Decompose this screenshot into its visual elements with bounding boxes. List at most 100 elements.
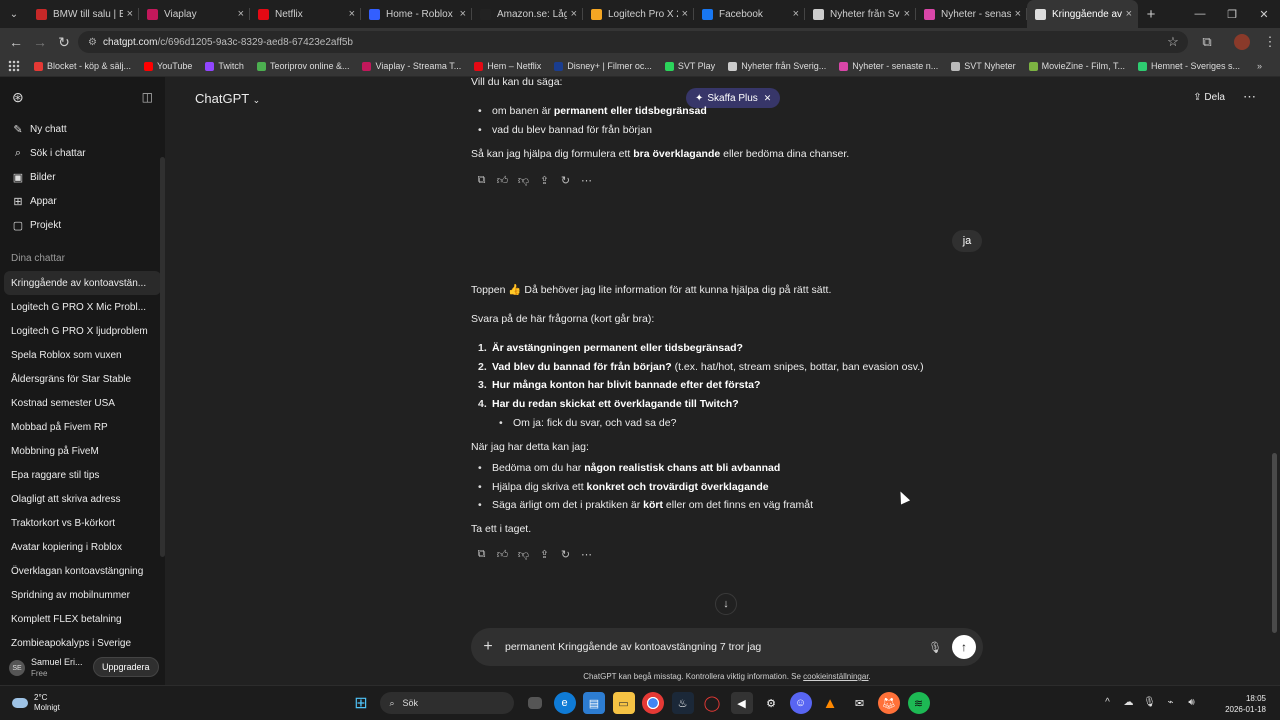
bookmark-item[interactable]: Twitch [205, 61, 244, 71]
close-icon[interactable]: ✕ [764, 93, 772, 104]
more-icon[interactable]: ⋯ [576, 548, 597, 561]
model-selector[interactable]: ChatGPT ⌄ [195, 91, 260, 106]
mail-icon[interactable]: ✉ [849, 692, 871, 714]
chatgpt-logo-icon[interactable]: ⊛ [12, 89, 24, 106]
regenerate-icon[interactable]: ↻ [555, 174, 576, 187]
steam-icon[interactable]: ♨ [671, 692, 694, 714]
add-attachment-icon[interactable]: + [471, 638, 505, 656]
chat-history-item[interactable]: Kringgående av kontoavstän... [4, 271, 161, 295]
maximize-icon[interactable]: ❐ [1216, 0, 1248, 28]
volume-icon[interactable]: 🔊︎ [1181, 697, 1202, 708]
browser-tab[interactable]: Logitech Pro X 2 L × [583, 0, 694, 28]
spotify-icon[interactable]: ≋ [907, 692, 930, 714]
chat-history-item[interactable]: Logitech G PRO X ljudproblem [0, 319, 165, 343]
edge-icon[interactable]: e [553, 692, 576, 714]
vlc-icon[interactable]: ▲ [819, 692, 841, 714]
user-footer[interactable]: SE Samuel Eri... Free Uppgradera [0, 651, 165, 685]
chat-history-item[interactable]: Traktorkort vs B-körkort [0, 511, 165, 535]
toggle-sidebar-icon[interactable]: ◫ [142, 90, 153, 104]
url-field[interactable]: ⚙ chatgpt.com/c/696d1205-9a3c-8329-aed8-… [78, 31, 1188, 53]
firefox-icon[interactable]: 🦊︎ [878, 692, 900, 714]
forward-icon[interactable]: → [28, 34, 52, 50]
close-tab-icon[interactable]: × [793, 8, 799, 20]
discord-icon[interactable]: ☺ [789, 692, 812, 714]
share-icon[interactable]: ⇪ [534, 548, 555, 561]
sidebar-item-folder[interactable]: ▢ Projekt [0, 213, 165, 237]
prompt-input[interactable]: permanent Kringgående av kontoavstängnin… [505, 641, 922, 653]
weather-widget[interactable]: 2°C Molnigt [12, 693, 60, 713]
thumbs-down-icon[interactable]: 👎︎ [513, 174, 534, 187]
chat-history-item[interactable]: Åldersgräns för Star Stable [0, 367, 165, 391]
file-explorer-icon[interactable]: ▭ [612, 692, 635, 714]
chat-history-item[interactable]: Mobbning på FiveM [0, 439, 165, 463]
close-tab-icon[interactable]: × [1126, 8, 1132, 20]
extensions-icon[interactable]: ⧉ [1190, 34, 1224, 50]
opera-icon[interactable]: ◯ [701, 692, 723, 714]
chat-history-item[interactable]: Avatar kopiering i Roblox [0, 535, 165, 559]
upgrade-button[interactable]: Uppgradera [93, 657, 159, 677]
tab-search-icon[interactable]: ⌄ [0, 0, 28, 28]
bookmark-item[interactable]: Hemnet - Sveriges s... [1138, 61, 1240, 71]
clock[interactable]: 18:05 2026-01-18 [1225, 693, 1266, 715]
taskbar-search[interactable]: ⌕ Sök [379, 692, 514, 714]
microphone-icon[interactable]: 🎙︎ [922, 641, 948, 654]
thumbs-up-icon[interactable]: 👍︎ [492, 548, 513, 561]
reload-icon[interactable]: ↻ [52, 34, 76, 51]
bookmark-item[interactable]: Viaplay - Streama T... [362, 61, 461, 71]
settings-icon[interactable]: ⚙ [760, 692, 782, 714]
browser-tab[interactable]: Netflix × [250, 0, 361, 28]
more-icon[interactable]: ⋯ [576, 174, 597, 187]
profile-avatar[interactable] [1234, 34, 1250, 50]
tray-overflow-icon[interactable]: ^ [1097, 697, 1118, 708]
copy-icon[interactable]: ⧉ [471, 174, 492, 187]
browser-menu-icon[interactable]: ⋮ [1260, 34, 1280, 50]
send-button[interactable]: ↑ [952, 635, 976, 659]
sidebar-item-edit[interactable]: ✎ Ny chatt [0, 117, 165, 141]
network-icon[interactable]: ⌁ [1160, 697, 1181, 708]
more-options-icon[interactable]: ⋯ [1243, 89, 1256, 105]
thumbs-down-icon[interactable]: 👎︎ [513, 548, 534, 561]
bookmark-item[interactable]: SVT Play [664, 61, 715, 71]
close-tab-icon[interactable]: × [238, 8, 244, 20]
close-tab-icon[interactable]: × [682, 8, 688, 20]
bookmark-item[interactable]: Nyheter från Sverig... [728, 61, 826, 71]
composer[interactable]: + permanent Kringgående av kontoavstängn… [471, 628, 983, 666]
bookmark-item[interactable]: Teoriprov online &... [256, 61, 349, 71]
notepad-icon[interactable]: ▤ [583, 692, 605, 714]
mic-tray-icon[interactable]: 🎙︎ [1139, 697, 1160, 708]
browser-tab[interactable]: Amazon.se: Låga × [472, 0, 583, 28]
chrome-icon[interactable] [642, 692, 664, 714]
close-tab-icon[interactable]: × [349, 8, 355, 20]
scroll-down-button[interactable]: ↓ [715, 593, 737, 615]
chat-history-item[interactable]: Olagligt att skriva adress [0, 487, 165, 511]
chat-history-item[interactable]: Kostnad semester USA [0, 391, 165, 415]
bookmark-item[interactable]: Blocket - köp & sälj... [34, 61, 131, 71]
epic-games-icon[interactable]: ◀ [730, 692, 753, 714]
chat-history-item[interactable]: Mobbad på Fivem RP [0, 415, 165, 439]
browser-tab[interactable]: Kringgående av ko × [1027, 0, 1138, 28]
close-window-icon[interactable]: ✕ [1248, 0, 1280, 28]
share-icon[interactable]: ⇪ [534, 174, 555, 187]
chat-history-item[interactable]: Överklagan kontoavstängning [0, 559, 165, 583]
regenerate-icon[interactable]: ↻ [555, 548, 576, 561]
share-button[interactable]: ⇪ Dela [1193, 92, 1225, 103]
close-tab-icon[interactable]: × [571, 8, 577, 20]
start-icon[interactable]: ⊞ [350, 692, 372, 714]
close-tab-icon[interactable]: × [460, 8, 466, 20]
chat-history-item[interactable]: Epa raggare stil tips [0, 463, 165, 487]
back-icon[interactable]: ← [4, 34, 28, 50]
chat-history-item[interactable]: Spridning av mobilnummer [0, 583, 165, 607]
chat-history-item[interactable]: Komplett FLEX betalning [0, 607, 165, 631]
browser-tab[interactable]: Home - Roblox × [361, 0, 472, 28]
bookmark-item[interactable]: Disney+ | Filmer oc... [554, 61, 652, 71]
thumbs-up-icon[interactable]: 👍︎ [492, 174, 513, 187]
bookmark-item[interactable]: SVT Nyheter [951, 61, 1016, 71]
cookie-settings-link[interactable]: cookieinställningar [803, 672, 868, 681]
bookmark-item[interactable]: Nyheter - senaste n... [839, 61, 938, 71]
browser-tab[interactable]: Facebook × [694, 0, 805, 28]
new-tab-button[interactable]: + [1138, 6, 1164, 23]
minimize-icon[interactable]: — [1184, 0, 1216, 28]
browser-tab[interactable]: Nyheter från Sveri × [805, 0, 916, 28]
copy-icon[interactable]: ⧉ [471, 548, 492, 561]
bookmark-item[interactable]: Hem – Netflix [474, 61, 541, 71]
